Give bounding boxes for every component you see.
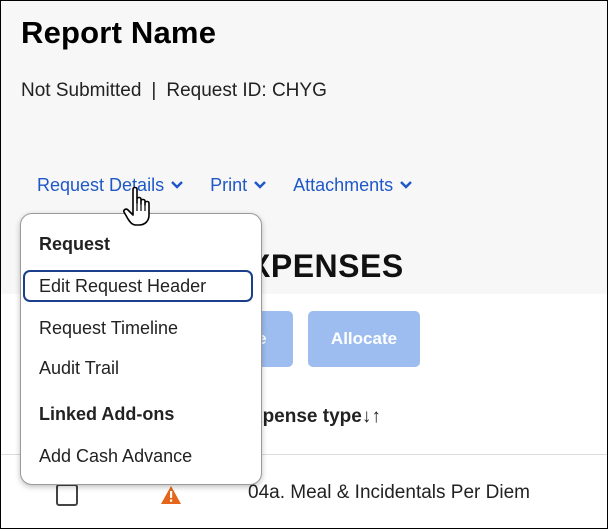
- expense-type-cell[interactable]: 04a. Meal & Incidentals Per Diem: [248, 482, 530, 504]
- menu-item-add-cash-advance[interactable]: Add Cash Advance: [39, 446, 192, 467]
- print-label: Print: [210, 174, 248, 195]
- menu-heading-request: Request: [39, 234, 111, 254]
- report-header: Report Name Not Submitted | Request ID: CH…: [1, 1, 607, 121]
- report-window: Report Name Not Submitted | Request ID: CH…: [0, 0, 608, 529]
- row-checkbox[interactable]: [56, 484, 78, 506]
- page-title: Report Name: [21, 15, 217, 50]
- menu-item-request-timeline[interactable]: Request Timeline: [39, 318, 178, 339]
- attachments-label: Attachments: [293, 174, 394, 195]
- chevron-down-icon: [254, 181, 266, 189]
- status-separator: |: [151, 80, 157, 101]
- attachments-menu[interactable]: Attachments: [293, 175, 413, 196]
- chevron-down-icon: [400, 181, 413, 189]
- allocate-button[interactable]: Allocate: [308, 311, 420, 367]
- chevron-down-icon: [171, 181, 183, 189]
- warning-icon: [161, 486, 181, 504]
- report-nav: Request Details Print Attachments: [37, 173, 439, 197]
- print-menu[interactable]: Print: [210, 175, 267, 196]
- expenses-title: XPENSES: [249, 248, 404, 284]
- hand-pointer-cursor-icon: [123, 186, 150, 226]
- menu-item-audit-trail[interactable]: Audit Trail: [39, 358, 119, 379]
- menu-heading-linked-addons: Linked Add-ons: [39, 404, 175, 424]
- menu-item-edit-request-header[interactable]: Edit Request Header: [23, 270, 253, 302]
- request-details-dropdown: Request Edit Request Header Request Time…: [20, 213, 262, 485]
- expense-type-column-header[interactable]: xpense type↓↑: [252, 406, 381, 428]
- report-status: Not Submitted: [21, 80, 142, 101]
- report-status-line: Not Submitted | Request ID: CHYG: [21, 80, 327, 102]
- request-id: Request ID: CHYG: [166, 80, 327, 101]
